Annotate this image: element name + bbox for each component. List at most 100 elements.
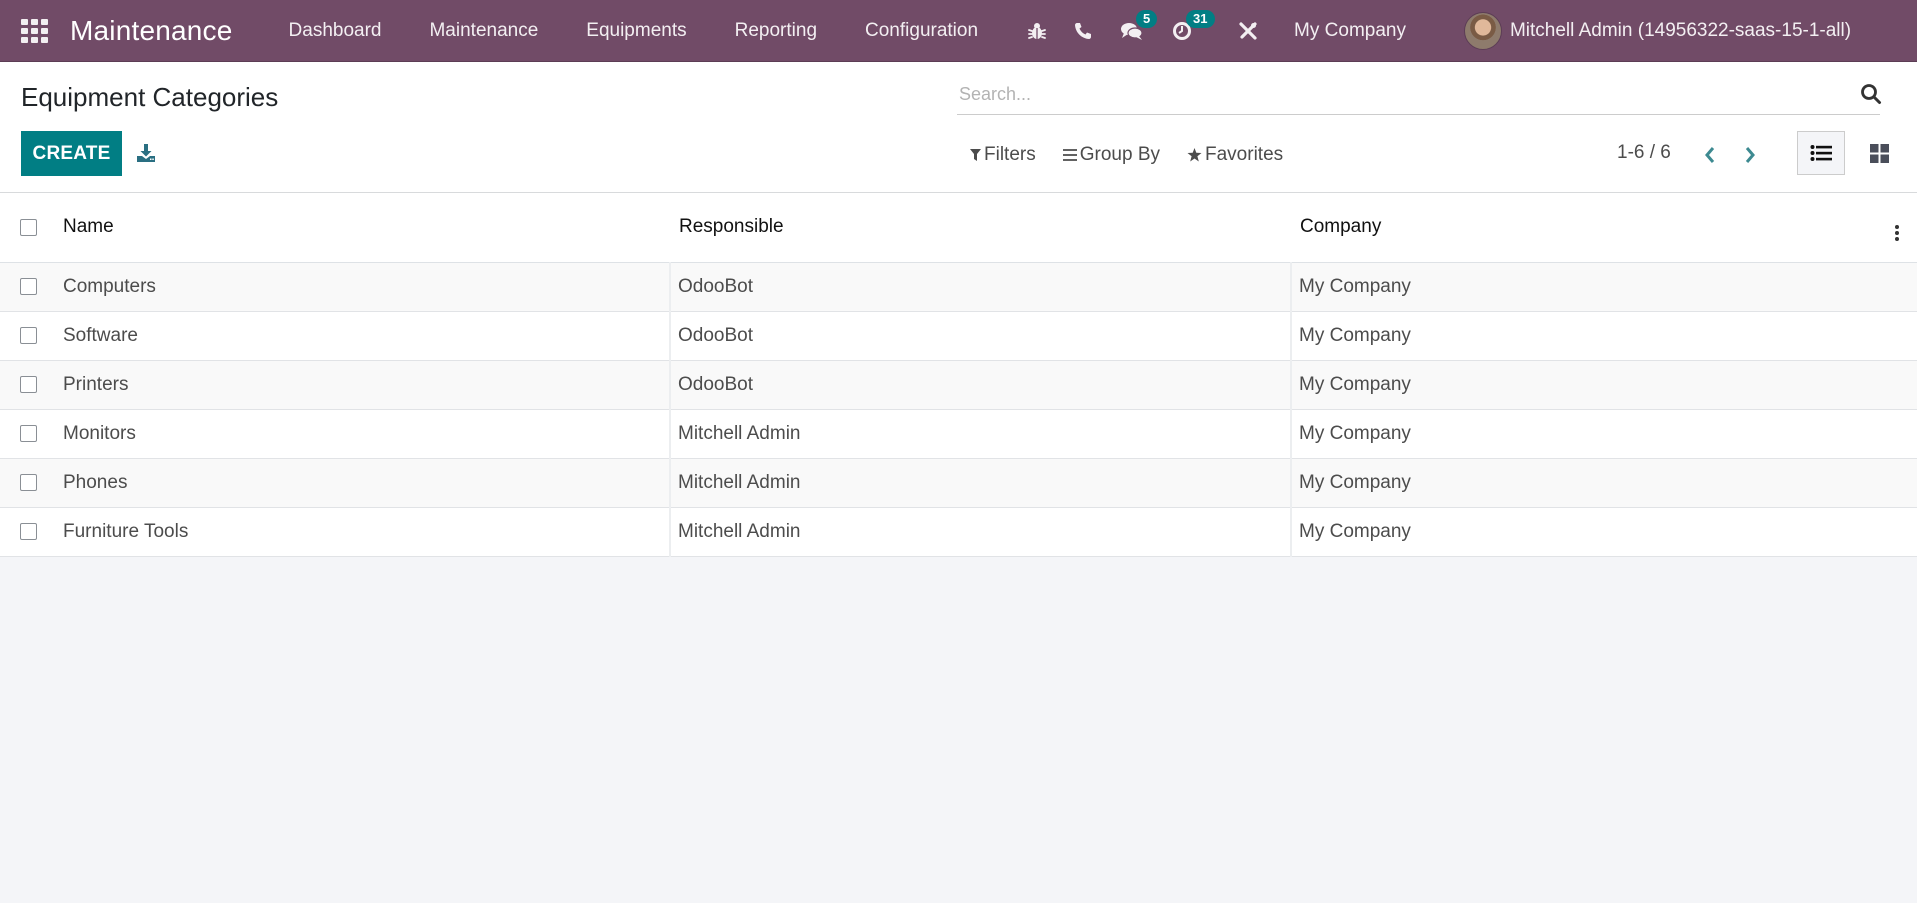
- row-select-cell: [0, 507, 58, 556]
- row-checkbox[interactable]: [20, 425, 37, 442]
- cell-company[interactable]: My Company: [1290, 311, 1887, 360]
- chevron-left-icon: [1705, 147, 1715, 163]
- cell-responsible[interactable]: Mitchell Admin: [669, 507, 1291, 556]
- row-checkbox[interactable]: [20, 278, 37, 295]
- star-icon: [1187, 148, 1202, 162]
- grid-icon: [1869, 143, 1889, 163]
- pager-previous-button[interactable]: [1698, 140, 1722, 170]
- filters-button[interactable]: Filters: [970, 144, 1036, 166]
- settings-button[interactable]: [1224, 0, 1272, 62]
- cell-company[interactable]: My Company: [1290, 507, 1887, 556]
- kanban-view-button[interactable]: [1855, 131, 1903, 175]
- cell-spacer: [1887, 409, 1917, 458]
- select-all-cell: [0, 193, 58, 263]
- messages-button[interactable]: 5: [1106, 0, 1158, 62]
- menu-reporting[interactable]: Reporting: [711, 0, 841, 62]
- list-view-button[interactable]: [1797, 131, 1845, 175]
- favorites-button[interactable]: Favorites: [1187, 144, 1283, 166]
- menu-maintenance[interactable]: Maintenance: [405, 0, 562, 62]
- menu-configuration[interactable]: Configuration: [841, 0, 1002, 62]
- avatar: [1463, 11, 1502, 50]
- column-header-company[interactable]: Company: [1291, 193, 1887, 263]
- bug-icon: [1028, 22, 1046, 39]
- user-menu[interactable]: Mitchell Admin (14956322-saas-15-1-all): [1463, 0, 1851, 62]
- cell-name[interactable]: Printers: [58, 360, 670, 409]
- cell-name[interactable]: Furniture Tools: [58, 507, 670, 556]
- group-by-label: Group By: [1079, 144, 1160, 165]
- cell-spacer: [1887, 360, 1917, 409]
- row-checkbox[interactable]: [20, 376, 37, 393]
- cell-name[interactable]: Monitors: [58, 409, 670, 458]
- favorites-label: Favorites: [1205, 144, 1284, 165]
- messages-count-badge: 5: [1136, 9, 1158, 28]
- top-navbar: Maintenance Dashboard Maintenance Equipm…: [0, 0, 1917, 62]
- filter-icon: [970, 149, 981, 161]
- page-title: Equipment Categories: [21, 82, 279, 112]
- phone-icon: [1075, 22, 1092, 39]
- row-select-cell: [0, 458, 58, 507]
- table-row[interactable]: Monitors Mitchell Admin My Company: [0, 409, 1917, 458]
- cell-name[interactable]: Computers: [58, 262, 670, 311]
- menu-equipments[interactable]: Equipments: [562, 0, 710, 62]
- cell-responsible[interactable]: Mitchell Admin: [669, 409, 1291, 458]
- table-row[interactable]: Printers OdooBot My Company: [0, 360, 1917, 409]
- row-checkbox[interactable]: [20, 327, 37, 344]
- cell-spacer: [1887, 507, 1917, 556]
- chevron-right-icon: [1745, 147, 1755, 163]
- cell-responsible[interactable]: OdooBot: [669, 311, 1291, 360]
- cell-company[interactable]: My Company: [1290, 458, 1887, 507]
- filters-label: Filters: [984, 144, 1036, 165]
- optional-columns-cell: [1887, 193, 1917, 263]
- cell-company[interactable]: My Company: [1290, 360, 1887, 409]
- select-all-checkbox[interactable]: [20, 218, 37, 236]
- cell-company[interactable]: My Company: [1290, 409, 1887, 458]
- cell-name[interactable]: Phones: [58, 458, 670, 507]
- systray: 5 31: [1014, 0, 1272, 62]
- bars-icon: [1062, 149, 1077, 161]
- group-by-button[interactable]: Group By: [1062, 144, 1160, 166]
- search-bar: [957, 74, 1882, 115]
- equipment-categories-table: Name Responsible Company Computers OdooB…: [0, 193, 1917, 557]
- cell-spacer: [1887, 458, 1917, 507]
- cell-responsible[interactable]: OdooBot: [669, 262, 1291, 311]
- column-header-name[interactable]: Name: [58, 193, 670, 263]
- table-row[interactable]: Furniture Tools Mitchell Admin My Compan…: [0, 507, 1917, 556]
- cell-spacer: [1887, 262, 1917, 311]
- table-row[interactable]: Computers OdooBot My Company: [0, 262, 1917, 311]
- download-icon: [137, 144, 155, 162]
- search-options: Filters Group By Favorites: [970, 140, 1310, 170]
- cell-spacer: [1887, 311, 1917, 360]
- apps-menu-icon[interactable]: [20, 17, 48, 45]
- control-panel: Equipment Categories CREATE Filters Grou…: [0, 62, 1917, 193]
- row-select-cell: [0, 360, 58, 409]
- cell-responsible[interactable]: Mitchell Admin: [669, 458, 1291, 507]
- column-header-responsible[interactable]: Responsible: [670, 193, 1291, 263]
- debug-button[interactable]: [1014, 0, 1060, 62]
- search-input[interactable]: [957, 83, 1860, 105]
- pager-value[interactable]: 1-6 / 6: [1617, 142, 1671, 164]
- row-checkbox[interactable]: [20, 474, 37, 491]
- row-checkbox[interactable]: [20, 523, 37, 540]
- pager-next-button[interactable]: [1738, 140, 1762, 170]
- table-row[interactable]: Software OdooBot My Company: [0, 311, 1917, 360]
- list-icon: [1810, 145, 1832, 161]
- export-button[interactable]: [134, 139, 158, 167]
- phone-button[interactable]: [1060, 0, 1106, 62]
- cell-company[interactable]: My Company: [1290, 262, 1887, 311]
- app-brand[interactable]: Maintenance: [70, 15, 233, 47]
- cell-responsible[interactable]: OdooBot: [669, 360, 1291, 409]
- table-header-row: Name Responsible Company: [0, 193, 1917, 263]
- table-row[interactable]: Phones Mitchell Admin My Company: [0, 458, 1917, 507]
- row-select-cell: [0, 262, 58, 311]
- cell-name[interactable]: Software: [58, 311, 670, 360]
- create-button[interactable]: CREATE: [21, 131, 122, 176]
- activities-button[interactable]: 31: [1158, 0, 1215, 62]
- activities-count-badge: 31: [1186, 9, 1215, 28]
- search-icon[interactable]: [1860, 83, 1882, 105]
- menu-dashboard[interactable]: Dashboard: [265, 0, 406, 62]
- row-select-cell: [0, 409, 58, 458]
- row-select-cell: [0, 311, 58, 360]
- tools-icon: [1239, 21, 1257, 40]
- company-switcher[interactable]: My Company: [1272, 0, 1428, 62]
- optional-columns-toggle-icon[interactable]: [1895, 225, 1899, 242]
